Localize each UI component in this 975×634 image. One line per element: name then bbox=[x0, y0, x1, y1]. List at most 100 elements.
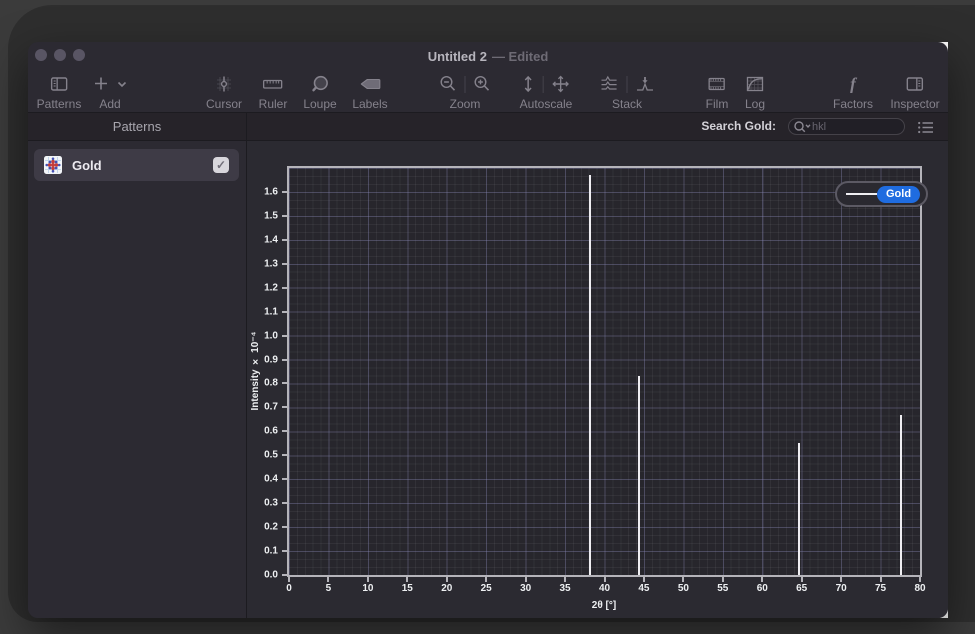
x-tick-label: 45 bbox=[638, 583, 649, 594]
crystal-structure-icon bbox=[44, 156, 62, 174]
legend-entry-gold[interactable]: Gold bbox=[877, 186, 920, 203]
window-title: Untitled 2 — Edited bbox=[28, 42, 948, 71]
x-tick bbox=[485, 577, 487, 582]
x-tick bbox=[564, 577, 566, 582]
unstack-peak-icon[interactable] bbox=[635, 74, 656, 94]
x-tick bbox=[761, 577, 763, 582]
y-tick bbox=[282, 335, 287, 337]
search-input[interactable] bbox=[812, 121, 900, 133]
toolbar-add-button[interactable]: Add bbox=[93, 72, 128, 111]
x-tick-label: 50 bbox=[678, 583, 689, 594]
factors-f-icon: f bbox=[845, 74, 861, 94]
pattern-visibility-checkbox[interactable]: ✓ bbox=[213, 157, 229, 173]
toolbar-separator bbox=[543, 76, 544, 93]
toolbar-log-button[interactable]: Log bbox=[745, 72, 765, 111]
x-tick-label: 20 bbox=[441, 583, 452, 594]
minimize-button[interactable] bbox=[54, 49, 66, 61]
plot-area[interactable] bbox=[289, 168, 920, 575]
x-tick bbox=[880, 577, 882, 582]
y-tick bbox=[282, 191, 287, 193]
x-tick-label: 0 bbox=[286, 583, 292, 594]
y-tick-label: 0.1 bbox=[247, 546, 278, 557]
panel-left-icon bbox=[48, 74, 69, 94]
y-tick bbox=[282, 287, 287, 289]
y-tick-label: 1.0 bbox=[247, 330, 278, 341]
sidebar-item-gold[interactable]: Gold ✓ bbox=[34, 149, 239, 181]
x-tick bbox=[406, 577, 408, 582]
y-tick bbox=[282, 263, 287, 265]
y-tick-label: 0.4 bbox=[247, 474, 278, 485]
title-bar: Untitled 2 — Edited bbox=[28, 42, 948, 70]
diffraction-peak bbox=[900, 415, 902, 575]
x-tick-label: 55 bbox=[717, 583, 728, 594]
chart-panel: 2θ [°] Intensity × 10⁻⁴ Gold 05101520253… bbox=[247, 141, 948, 618]
y-tick bbox=[282, 406, 287, 408]
y-tick bbox=[282, 359, 287, 361]
zoom-in-icon[interactable] bbox=[473, 74, 492, 94]
y-tick bbox=[282, 454, 287, 456]
x-tick-label: 35 bbox=[560, 583, 571, 594]
x-tick bbox=[801, 577, 803, 582]
search-field[interactable] bbox=[788, 118, 905, 135]
x-tick-label: 65 bbox=[796, 583, 807, 594]
zoom-out-icon[interactable] bbox=[439, 74, 458, 94]
x-tick bbox=[919, 577, 921, 582]
toolbar-inspector-button[interactable]: Inspector bbox=[890, 72, 939, 111]
toolbar-film-button[interactable]: Film bbox=[706, 72, 729, 111]
x-tick bbox=[367, 577, 369, 582]
x-tick-label: 25 bbox=[481, 583, 492, 594]
toolbar-stack-group[interactable]: Stack bbox=[599, 72, 656, 111]
autoscale-move-icon[interactable] bbox=[551, 74, 571, 94]
toolbar-ruler-button[interactable]: Ruler bbox=[259, 72, 288, 111]
y-tick-label: 0.3 bbox=[247, 498, 278, 509]
y-tick bbox=[282, 239, 287, 241]
hkl-list-icon[interactable] bbox=[917, 120, 934, 135]
vertical-scale-icon[interactable] bbox=[521, 74, 536, 94]
toolbar-factors-button[interactable]: f Factors bbox=[833, 72, 873, 111]
x-tick-label: 15 bbox=[402, 583, 413, 594]
x-tick-label: 5 bbox=[326, 583, 332, 594]
toolbar-separator bbox=[465, 76, 466, 93]
legend[interactable]: Gold bbox=[835, 181, 928, 207]
toolbar-loupe-button[interactable]: Loupe bbox=[303, 72, 336, 111]
x-tick bbox=[682, 577, 684, 582]
y-tick-label: 1.5 bbox=[247, 210, 278, 221]
y-tick-label: 0.9 bbox=[247, 354, 278, 365]
toolbar-zoom-group[interactable]: Zoom bbox=[439, 72, 492, 111]
x-tick-label: 70 bbox=[836, 583, 847, 594]
toolbar-cursor-button[interactable]: Cursor bbox=[206, 72, 242, 111]
tag-icon bbox=[358, 74, 382, 94]
data-cursor-icon bbox=[214, 74, 234, 94]
diffraction-peak bbox=[798, 443, 800, 575]
y-tick bbox=[282, 311, 287, 313]
zoom-window-button[interactable] bbox=[73, 49, 85, 61]
document-title: Untitled 2 bbox=[428, 49, 487, 64]
chevron-down-icon bbox=[117, 74, 128, 94]
toolbar-labels-button[interactable]: Labels bbox=[352, 72, 387, 111]
loupe-icon bbox=[309, 74, 331, 94]
diffraction-peak bbox=[638, 376, 640, 575]
edited-badge: — Edited bbox=[492, 49, 548, 64]
y-tick bbox=[282, 382, 287, 384]
pattern-name: Gold bbox=[72, 158, 213, 173]
y-tick bbox=[282, 550, 287, 552]
close-button[interactable] bbox=[35, 49, 47, 61]
y-tick bbox=[282, 430, 287, 432]
y-tick-label: 0.8 bbox=[247, 378, 278, 389]
y-tick bbox=[282, 526, 287, 528]
x-tick-label: 30 bbox=[520, 583, 531, 594]
toolbar-patterns-button[interactable]: Patterns bbox=[37, 72, 82, 111]
y-tick-label: 1.4 bbox=[247, 234, 278, 245]
y-tick-label: 1.3 bbox=[247, 258, 278, 269]
film-strip-icon bbox=[707, 74, 727, 94]
y-tick-label: 1.2 bbox=[247, 282, 278, 293]
y-tick-label: 0.7 bbox=[247, 402, 278, 413]
x-tick bbox=[722, 577, 724, 582]
search-icon[interactable] bbox=[793, 120, 812, 134]
toolbar-autoscale-group[interactable]: Autoscale bbox=[520, 72, 573, 111]
header-row: Patterns Search Gold: bbox=[28, 112, 948, 141]
x-tick bbox=[604, 577, 606, 582]
stacked-patterns-icon[interactable] bbox=[599, 74, 620, 94]
x-tick bbox=[525, 577, 527, 582]
x-tick-label: 10 bbox=[362, 583, 373, 594]
